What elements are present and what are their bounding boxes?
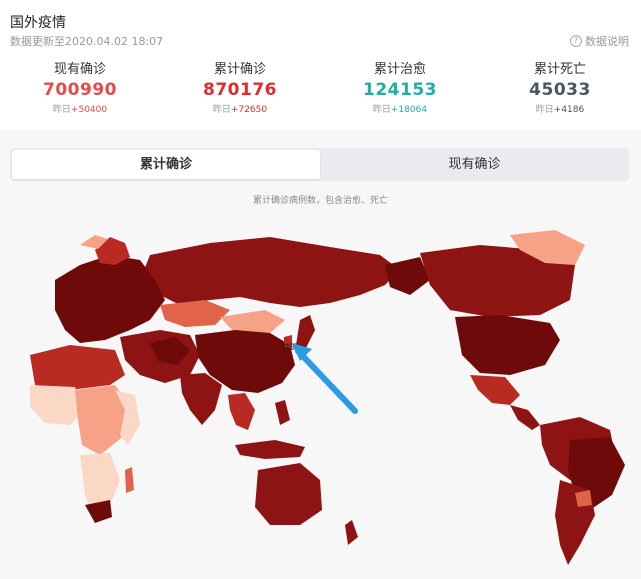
mexico-region[interactable] <box>470 375 520 405</box>
stat-value: 700990 <box>43 80 117 100</box>
new-zealand-region[interactable] <box>345 520 358 545</box>
map-section: 累计确诊 现有确诊 累计确诊病例数，包含治愈、死亡 韩国 <box>0 130 641 579</box>
delta-prefix: 昨日 <box>52 105 71 115</box>
delta-value: +4186 <box>553 105 585 115</box>
japan-region[interactable] <box>296 315 315 350</box>
kazakhstan-region[interactable] <box>160 300 230 327</box>
philippines-region[interactable] <box>275 400 290 425</box>
stat-total-deaths: 累计死亡 45033 昨日+4186 <box>480 58 640 115</box>
overview-header: 国外疫情 数据更新至2020.04.02 18:07 ? 数据说明 现有确诊 7… <box>0 0 641 130</box>
tab-cumulative-confirmed[interactable]: 累计确诊 <box>12 150 320 179</box>
stat-label: 现有确诊 <box>53 62 106 77</box>
stat-label: 累计治愈 <box>373 62 426 77</box>
update-time: 数据更新至2020.04.02 18:07 <box>10 35 164 48</box>
usa-region[interactable] <box>455 315 560 375</box>
southeast-asia-region[interactable] <box>228 393 255 430</box>
delta-value: +18064 <box>390 105 428 115</box>
delta-prefix: 昨日 <box>535 105 554 115</box>
stats-row: 现有确诊 700990 昨日+50400 累计确诊 870176 昨日+7265… <box>0 58 641 115</box>
stat-delta: 昨日+50400 <box>0 102 160 115</box>
mongolia-region[interactable] <box>220 310 285 333</box>
stat-delta: 昨日+72650 <box>160 102 320 115</box>
stat-value: 124153 <box>363 80 437 100</box>
stat-delta: 昨日+4186 <box>480 102 640 115</box>
paraguay-region[interactable] <box>575 490 592 507</box>
stat-value: 870176 <box>203 80 277 100</box>
map-caption: 累计确诊病例数，包含治愈、死亡 <box>252 196 388 206</box>
map-tabs: 累计确诊 现有确诊 <box>10 148 629 181</box>
stat-label: 累计死亡 <box>533 62 586 77</box>
delta-value: +72650 <box>230 105 268 115</box>
tab-current-confirmed[interactable]: 现有确诊 <box>322 150 627 179</box>
stat-delta: 昨日+18064 <box>320 102 480 115</box>
page-title: 国外疫情 <box>10 15 66 31</box>
stat-total-confirmed: 累计确诊 870176 昨日+72650 <box>160 58 320 115</box>
page: 国外疫情 数据更新至2020.04.02 18:07 ? 数据说明 现有确诊 7… <box>0 0 641 579</box>
delta-value: +50400 <box>70 105 108 115</box>
world-map[interactable]: 韩国 <box>0 225 641 579</box>
indonesia-region[interactable] <box>235 440 305 459</box>
delta-prefix: 昨日 <box>212 105 231 115</box>
india-region[interactable] <box>180 373 222 425</box>
stat-label: 累计确诊 <box>213 62 266 77</box>
russia-region[interactable] <box>140 237 400 307</box>
data-explanation-label: 数据说明 <box>585 35 629 48</box>
australia-region[interactable] <box>255 463 322 525</box>
central-america-region[interactable] <box>510 405 540 430</box>
north-africa-region[interactable] <box>30 345 125 390</box>
question-icon: ? <box>570 35 582 47</box>
data-explanation-link[interactable]: ? 数据说明 <box>570 33 629 49</box>
pointer-arrow <box>295 348 358 414</box>
stat-current-confirmed: 现有确诊 700990 昨日+50400 <box>0 58 160 115</box>
stat-total-recovered: 累计治愈 124153 昨日+18064 <box>320 58 480 115</box>
stat-value: 45033 <box>529 80 591 100</box>
delta-prefix: 昨日 <box>372 105 391 115</box>
madagascar-region[interactable] <box>125 467 134 493</box>
